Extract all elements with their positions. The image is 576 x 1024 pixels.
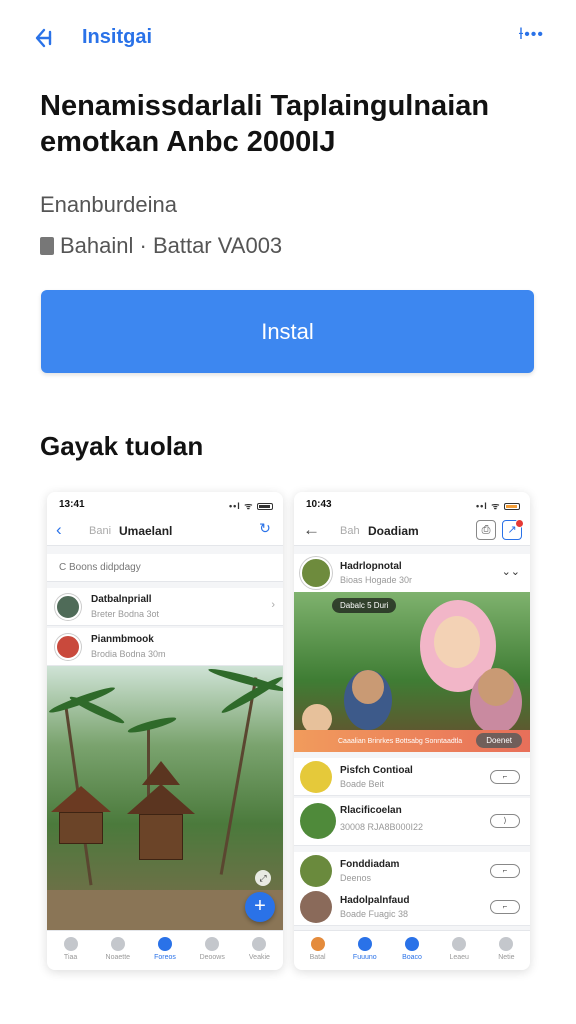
explore-icon xyxy=(205,937,220,951)
toggle-switch[interactable]: ⌐ xyxy=(490,900,520,914)
rating-badge-icon xyxy=(40,237,54,255)
store-title: Insitgai xyxy=(82,26,153,48)
tab-bar: Batal Fuuuno Boaco Leaeu Netie xyxy=(294,930,530,970)
chevron-right-icon: › xyxy=(271,599,275,611)
nav-bar: ‹ Bani Umaelanl ↻ xyxy=(47,516,283,546)
tab-explore[interactable]: Deoows xyxy=(189,931,236,970)
app-title: Nenamissdarlali Taplaingulnaian emotkan … xyxy=(40,90,490,158)
signal-icon: ••l ᯤ xyxy=(229,499,273,512)
list-item-sub: Breter Bodna 3ot xyxy=(91,609,160,619)
photo-tag: Dabalc 5 Duri xyxy=(332,598,397,613)
list-item[interactable]: Rlacificoelan 30008 RJA8B000I22 ⟩ xyxy=(294,798,530,846)
app-meta: Bahainl · Battar VA003 xyxy=(40,233,282,259)
item-thumbnail xyxy=(300,761,332,793)
screenshot-1[interactable]: 13:41 ••l ᯤ ‹ Bani Umaelanl ↻ C Boons di… xyxy=(47,492,283,970)
person-face xyxy=(434,616,480,668)
add-button[interactable]: + xyxy=(245,892,275,922)
tab-bar: Tiaa Noaette Foreos Deoows Veakie xyxy=(47,930,283,970)
tab-profile[interactable]: Veakie xyxy=(236,931,283,970)
heart-icon xyxy=(405,937,419,951)
avatar xyxy=(55,594,81,620)
list-item-name: Datbalnpriall xyxy=(91,594,152,605)
item-thumbnail xyxy=(300,855,332,887)
avatar xyxy=(300,557,332,589)
village-photo: ⤢ + xyxy=(47,666,283,930)
search-icon xyxy=(357,937,372,951)
post-header[interactable]: Hadrlopnotal Bioas Hogade 30r ⌄⌄ xyxy=(294,554,530,592)
tab-home[interactable]: Batal xyxy=(294,931,341,970)
back-icon[interactable]: ‹ xyxy=(56,520,62,540)
search-input[interactable]: C Boons didpdagy xyxy=(47,554,283,582)
profile-icon xyxy=(252,937,267,951)
home-icon xyxy=(63,937,78,951)
post-meta: Bioas Hogade 30r xyxy=(340,575,413,585)
back-icon[interactable]: ← xyxy=(303,520,320,540)
tab-feed[interactable]: Boaco xyxy=(388,931,435,970)
tab-home[interactable]: Tiaa xyxy=(47,931,94,970)
list-item[interactable]: Fonddiadam Deenos ⌐ xyxy=(294,852,530,890)
bookmark-icon[interactable]: ⎙ xyxy=(476,520,496,540)
battery-icon xyxy=(257,503,273,511)
toggle-switch[interactable]: ⟩ xyxy=(490,814,520,828)
tab-lock[interactable]: Leaeu xyxy=(436,931,483,970)
status-time: 10:43 xyxy=(306,499,332,510)
item-thumbnail xyxy=(300,891,332,923)
notification-dot-icon xyxy=(515,519,524,528)
photo-action-button[interactable]: Doenet xyxy=(476,733,522,748)
status-time: 13:41 xyxy=(59,499,85,510)
list-item[interactable]: Datbalnpriall Breter Bodna 3ot › xyxy=(47,588,283,626)
post-author: Hadrlopnotal xyxy=(340,561,402,572)
nav-title: Doadiam xyxy=(368,524,419,538)
item-thumbnail xyxy=(300,803,336,839)
search-icon xyxy=(110,937,125,951)
toggle-switch[interactable]: ⌐ xyxy=(490,864,520,878)
top-bar: Insitgai Ɨ••• xyxy=(0,0,576,76)
status-bar: 13:41 ••l ᯤ xyxy=(47,492,283,516)
list-item[interactable]: Hadolpalnfaud Boade Fuagic 38 ⌐ xyxy=(294,888,530,926)
nav-title: Umaelanl xyxy=(119,524,173,538)
list-item[interactable]: Pisfch Contioal Boade Beit ⌐ xyxy=(294,758,530,796)
toggle-switch[interactable]: ⌐ xyxy=(490,770,520,784)
install-button[interactable]: Instal xyxy=(41,290,534,373)
nav-subtitle: Bah xyxy=(340,525,360,537)
app-meta-text: Bahainl · Battar VA003 xyxy=(60,233,283,258)
family-photo: Dabalc 5 Duri Caaalian Brinrkes Bottsabg… xyxy=(294,592,530,752)
developer-name[interactable]: Enanburdeina xyxy=(40,192,177,218)
lock-icon xyxy=(452,937,467,951)
home-icon xyxy=(310,937,325,951)
tab-feed[interactable]: Foreos xyxy=(141,931,188,970)
expand-icon[interactable]: ⤢ xyxy=(255,870,271,886)
list-item[interactable]: Pianmbmook Brodia Bodna 30m xyxy=(47,628,283,666)
avatar xyxy=(55,634,81,660)
profile-icon xyxy=(499,937,514,951)
screenshot-2[interactable]: 10:43 ••l ᯤ ← Bah Doadiam ⎙ ↗ Hadrlopnot… xyxy=(294,492,530,970)
tab-search[interactable]: Noaette xyxy=(94,931,141,970)
list-item-sub: Brodia Bodna 30m xyxy=(91,649,166,659)
tab-search[interactable]: Fuuuno xyxy=(341,931,388,970)
nav-subtitle: Bani xyxy=(89,525,112,537)
list-item-name: Pianmbmook xyxy=(91,634,154,645)
signal-icon: ••l ᯤ xyxy=(476,499,520,512)
screenshots-heading: Gayak tuolan xyxy=(40,431,204,461)
battery-icon xyxy=(504,503,520,511)
photo-caption: Caaalian Brinrkes Bottsabg Sonntaadtla xyxy=(338,738,463,745)
status-bar: 10:43 ••l ᯤ xyxy=(294,492,530,516)
refresh-icon[interactable]: ↻ xyxy=(255,520,275,540)
chevron-down-icon[interactable]: ⌄⌄ xyxy=(502,565,520,578)
back-arrow-icon[interactable] xyxy=(32,24,62,52)
heart-icon xyxy=(158,937,172,951)
more-options-button[interactable]: Ɨ••• xyxy=(519,26,544,44)
nav-bar: ← Bah Doadiam ⎙ ↗ xyxy=(294,516,530,546)
tab-profile[interactable]: Netie xyxy=(483,931,530,970)
